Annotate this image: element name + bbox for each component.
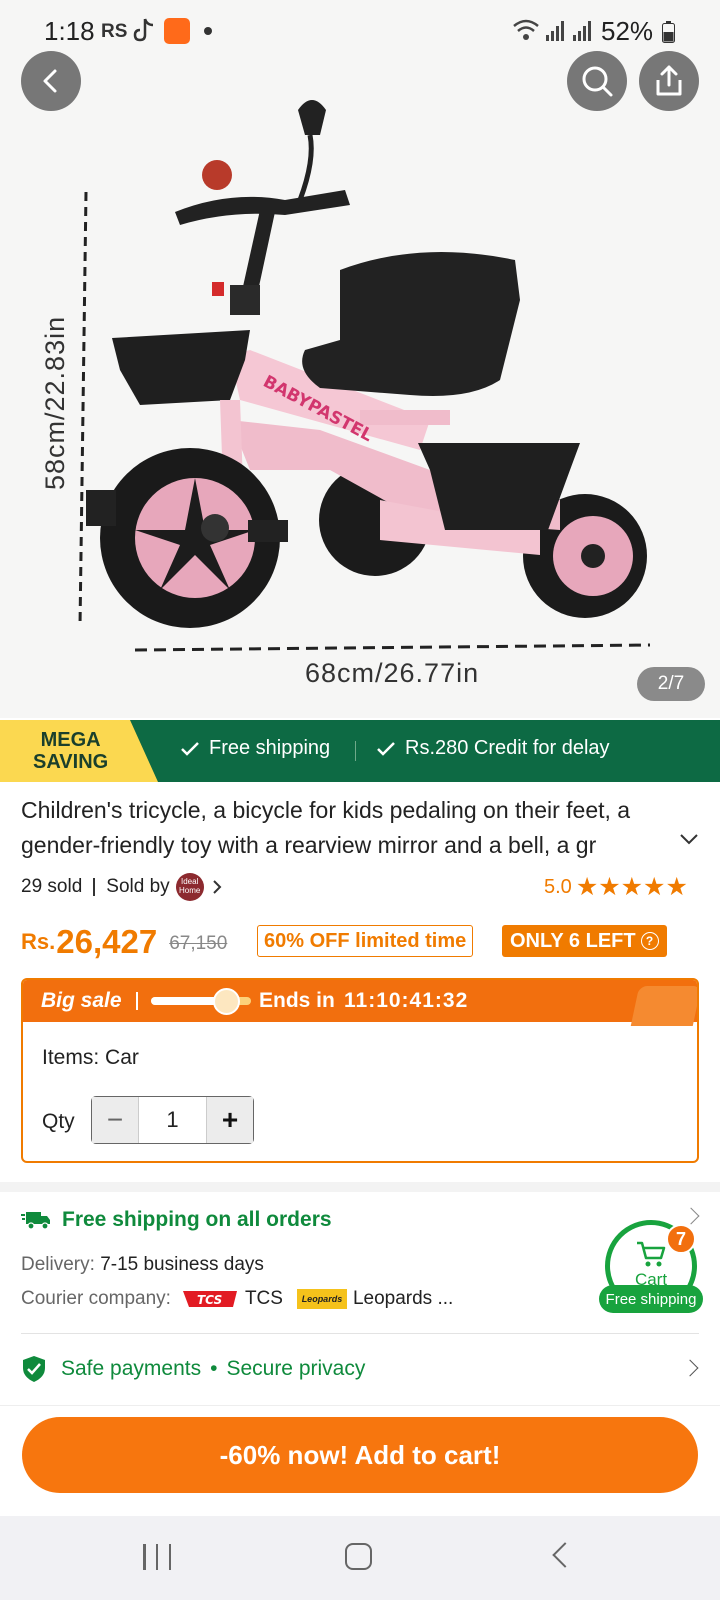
share-icon xyxy=(656,65,682,96)
meta-divider xyxy=(93,878,96,896)
app-notification-icon xyxy=(164,18,190,44)
tcs-logo-text: TCS xyxy=(197,1293,222,1307)
home-icon[interactable] xyxy=(345,1543,372,1570)
items-key: Items: xyxy=(42,1046,100,1069)
status-carrier: RS xyxy=(101,21,128,42)
delivery-value: 7-15 business days xyxy=(100,1254,264,1275)
courier-key: Courier company: xyxy=(21,1288,171,1309)
sales-seller-row: 29 sold Sold by Ideal Home xyxy=(21,873,224,901)
quantity-value[interactable]: 1 xyxy=(139,1097,206,1143)
delivery-line: Delivery: 7-15 business days xyxy=(21,1254,264,1276)
sold-by-label[interactable]: Sold by xyxy=(106,876,169,898)
old-price: 67,150 xyxy=(169,933,228,954)
tiktok-icon xyxy=(133,18,154,42)
stock-label: ONLY 6 LEFT xyxy=(510,929,636,952)
big-sale-panel: Big sale Ends in 11:10:41:32 Items: Car … xyxy=(21,978,699,1163)
add-to-cart-button[interactable]: -60% now! Add to cart! xyxy=(22,1417,698,1493)
delay-credit-label: Rs.280 Credit for delay xyxy=(405,737,610,759)
safe-payments-row[interactable]: Safe payments • Secure privacy xyxy=(21,1355,365,1383)
check-icon xyxy=(377,741,395,756)
battery-percent: 52% xyxy=(601,16,654,46)
floating-cart-button[interactable]: Cart 7 Free shipping xyxy=(599,1220,703,1318)
decrease-quantity-button[interactable]: − xyxy=(92,1097,139,1143)
countdown-timer: 11:10:41:32 xyxy=(344,989,469,1012)
big-sale-header: Big sale Ends in 11:10:41:32 xyxy=(23,980,697,1026)
chevron-right-icon[interactable] xyxy=(681,1359,699,1377)
promo-divider xyxy=(355,741,356,761)
courier-line: Courier company: TCS TCS Leopards Leopar… xyxy=(21,1288,453,1310)
signal-icon-2 xyxy=(573,21,591,41)
delivery-key: Delivery: xyxy=(21,1254,95,1275)
items-line: Items: Car xyxy=(42,1046,139,1070)
discount-badge: 60% OFF limited time xyxy=(257,925,474,957)
chevron-left-icon xyxy=(43,69,57,93)
items-value: Car xyxy=(105,1046,139,1069)
courier-leopards: Leopards ... xyxy=(352,1288,454,1309)
mega-line-1: MEGA xyxy=(40,729,101,751)
increase-quantity-button[interactable]: + xyxy=(206,1097,253,1143)
battery-icon xyxy=(662,21,675,43)
product-title[interactable]: Children's tricycle, a bicycle for kids … xyxy=(21,793,681,863)
quantity-stepper: − 1 + xyxy=(91,1096,254,1144)
sale-divider xyxy=(136,992,138,1010)
wifi-icon xyxy=(513,19,539,40)
divider xyxy=(21,1333,699,1334)
safe-payments-text: Safe payments xyxy=(61,1357,202,1380)
shipping-headline-text: Free shipping on all orders xyxy=(62,1208,332,1231)
price-row: Rs. 26,427 67,150 xyxy=(21,915,227,961)
delay-credit-promo: Rs.280 Credit for delay xyxy=(376,737,610,760)
sold-count: 29 sold xyxy=(21,876,83,897)
back-icon[interactable] xyxy=(552,1542,578,1568)
system-nav-bar xyxy=(0,1516,720,1600)
courier-tcs: TCS xyxy=(244,1288,283,1309)
help-icon[interactable]: ? xyxy=(640,932,659,950)
currency: Rs. xyxy=(21,929,56,954)
seller-logo[interactable]: Ideal Home xyxy=(175,873,204,901)
tricycle-image: BABYPASTEL xyxy=(78,100,651,652)
image-counter: 2/7 xyxy=(637,667,705,701)
notification-dot-icon xyxy=(204,27,212,35)
sale-decoration xyxy=(630,986,697,1026)
search-icon xyxy=(582,66,613,97)
shipping-headline[interactable]: Free shipping on all orders xyxy=(21,1208,332,1232)
truck-icon xyxy=(21,1212,50,1230)
width-dimension-label: 68cm/26.77in xyxy=(305,658,480,688)
secure-privacy-text: Secure privacy xyxy=(226,1357,366,1380)
status-time: 1:18 xyxy=(44,16,95,46)
rating-value: 5.0 xyxy=(544,875,572,898)
cart-icon xyxy=(637,1241,666,1267)
free-shipping-label: Free shipping xyxy=(209,737,331,759)
product-image-gallery[interactable]: BABYPASTEL 58cm/22.83in 68cm/26.77in 2/7 xyxy=(0,0,720,718)
status-bar: 1:18 RS 52% xyxy=(0,0,720,62)
price: 26,427 xyxy=(56,923,158,960)
recents-icon[interactable] xyxy=(143,1544,171,1570)
tcs-logo: TCS xyxy=(182,1291,237,1307)
section-divider xyxy=(0,1405,720,1406)
free-shipping-promo: Free shipping xyxy=(180,737,330,760)
cart-free-shipping: Free shipping xyxy=(599,1285,703,1313)
height-dimension-label: 58cm/22.83in xyxy=(40,315,70,490)
stock-badge[interactable]: ONLY 6 LEFT ? xyxy=(502,925,667,957)
chevron-down-icon[interactable] xyxy=(678,828,700,850)
chevron-right-icon[interactable] xyxy=(210,878,224,896)
big-sale-label: Big sale xyxy=(41,989,122,1012)
mega-line-2: SAVING xyxy=(33,751,109,773)
shield-check-icon xyxy=(23,1356,45,1382)
promo-banner: MEGA SAVING Free shipping Rs.280 Credit … xyxy=(0,720,720,782)
rating-stars: ★★★★★ xyxy=(575,873,688,901)
leopards-logo: Leopards xyxy=(296,1289,347,1309)
signal-icon xyxy=(546,21,564,41)
cart-count-badge: 7 xyxy=(666,1224,696,1254)
clock-icon xyxy=(213,988,240,1015)
safe-dot: • xyxy=(210,1357,218,1380)
rating[interactable]: 5.0 ★★★★★ xyxy=(544,872,688,902)
qty-label: Qty xyxy=(42,1110,75,1133)
section-gap xyxy=(0,1182,720,1192)
ends-in-label: Ends in xyxy=(259,989,335,1012)
check-icon xyxy=(181,741,199,756)
